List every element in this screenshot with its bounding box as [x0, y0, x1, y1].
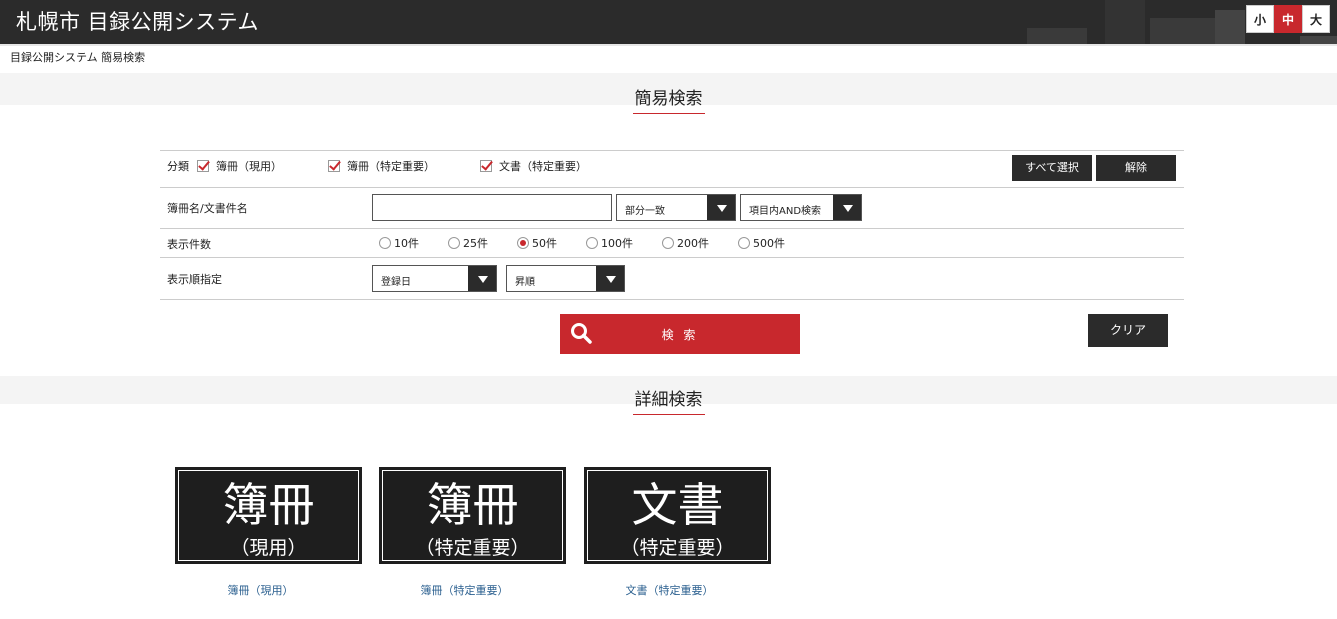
font-size-small-button[interactable]: 小: [1246, 5, 1274, 33]
radio-icon[interactable]: [738, 237, 750, 249]
clear-button[interactable]: クリア: [1088, 314, 1168, 347]
link-bosatsu-genyo[interactable]: 簿冊（現用）: [167, 582, 354, 598]
chevron-down-icon[interactable]: [707, 195, 735, 220]
search-mode-select[interactable]: 項目内AND検索: [740, 194, 862, 221]
count-radio-10[interactable]: 10件: [379, 235, 419, 251]
count-radio-25[interactable]: 25件: [448, 235, 488, 251]
chevron-down-icon[interactable]: [468, 266, 496, 291]
header-decoration: [1300, 36, 1337, 44]
count-radio-50[interactable]: 50件: [517, 235, 557, 251]
tile-bunsho-tokutei[interactable]: 文書 （特定重要）: [584, 467, 771, 564]
count-radio-500[interactable]: 500件: [738, 235, 785, 251]
category-checkbox-bunsho-tokutei[interactable]: 文書（特定重要）: [480, 158, 587, 174]
radio-icon[interactable]: [448, 237, 460, 249]
category-checkbox-bosatsu-genyo[interactable]: 簿冊（現用）: [197, 158, 282, 174]
checkbox-checked-icon[interactable]: [328, 160, 340, 172]
radio-icon[interactable]: [379, 237, 391, 249]
checkbox-checked-icon[interactable]: [197, 160, 209, 172]
name-row: 簿冊名/文書件名 部分一致 項目内AND検索: [160, 187, 1184, 229]
count-label: 表示件数: [167, 238, 211, 251]
checkbox-checked-icon[interactable]: [480, 160, 492, 172]
category-label: 分類: [167, 160, 189, 173]
header-shadow: [0, 44, 1337, 46]
deselect-all-button[interactable]: 解除: [1096, 155, 1176, 181]
font-size-medium-button[interactable]: 中: [1274, 5, 1302, 33]
radio-icon[interactable]: [662, 237, 674, 249]
select-all-button[interactable]: すべて選択: [1012, 155, 1092, 181]
order-direction-select[interactable]: 昇順: [506, 265, 625, 292]
count-radio-200[interactable]: 200件: [662, 235, 709, 251]
header-decoration: [1105, 0, 1145, 44]
chevron-down-icon[interactable]: [833, 195, 861, 220]
radio-selected-icon[interactable]: [517, 237, 529, 249]
order-label: 表示順指定: [167, 273, 222, 286]
font-size-switcher: 小 中 大: [1246, 5, 1330, 33]
link-bunsho-tokutei[interactable]: 文書（特定重要）: [576, 582, 763, 598]
radio-icon[interactable]: [586, 237, 598, 249]
link-bosatsu-tokutei[interactable]: 簿冊（特定重要）: [371, 582, 558, 598]
name-input[interactable]: [372, 194, 612, 221]
header-decoration: [1215, 10, 1245, 44]
search-button[interactable]: 検 索: [560, 314, 800, 354]
detail-search-title: 詳細検索: [0, 385, 1337, 415]
tile-bosatsu-genyo[interactable]: 簿冊 （現用）: [175, 467, 362, 564]
category-checkbox-bosatsu-tokutei[interactable]: 簿冊（特定重要）: [328, 158, 435, 174]
match-mode-select[interactable]: 部分一致: [616, 194, 736, 221]
breadcrumb: 目録公開システム 簡易検索: [10, 51, 146, 64]
font-size-large-button[interactable]: 大: [1302, 5, 1330, 33]
tile-bosatsu-tokutei[interactable]: 簿冊 （特定重要）: [379, 467, 566, 564]
simple-search-title: 簡易検索: [0, 84, 1337, 114]
count-radio-100[interactable]: 100件: [586, 235, 633, 251]
count-row: 表示件数 10件 25件 50件 100件 200件 500件: [160, 228, 1184, 258]
site-title[interactable]: 札幌市 目録公開システム: [16, 6, 259, 36]
order-field-select[interactable]: 登録日: [372, 265, 497, 292]
name-label: 簿冊名/文書件名: [167, 202, 248, 215]
header-bar: 札幌市 目録公開システム 小 中 大: [0, 0, 1337, 44]
header-decoration: [1150, 18, 1215, 44]
chevron-down-icon[interactable]: [596, 266, 624, 291]
order-row: 表示順指定 登録日 昇順: [160, 257, 1184, 300]
category-row: 分類 簿冊（現用） 簿冊（特定重要） 文書（特定重要） すべて選択 解除: [160, 150, 1184, 188]
header-decoration: [1027, 28, 1087, 44]
